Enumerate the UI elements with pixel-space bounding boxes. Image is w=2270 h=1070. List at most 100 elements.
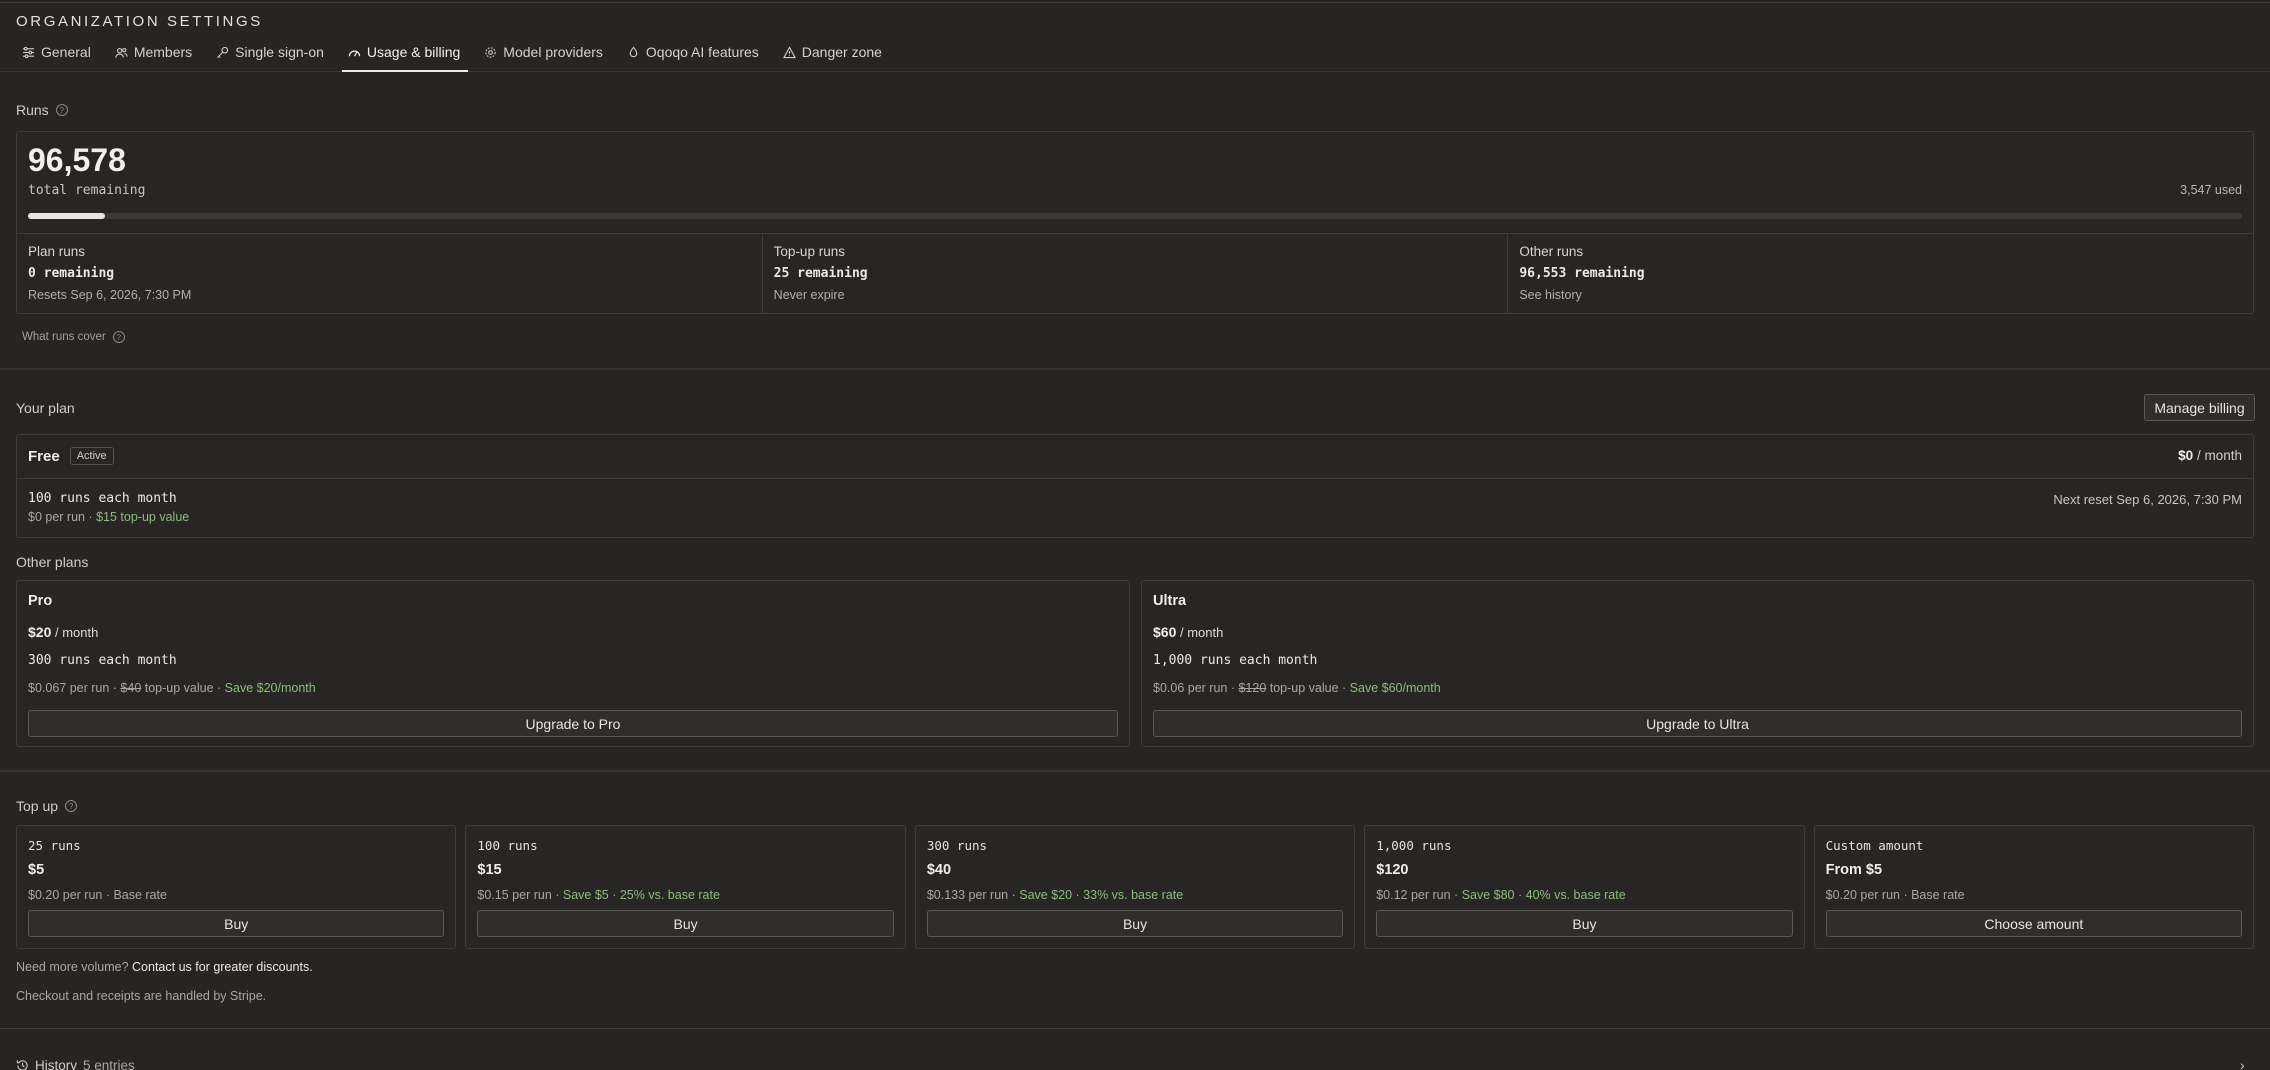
tab-danger-zone[interactable]: Danger zone <box>777 44 890 72</box>
what-runs-cover-link[interactable]: What runs cover ? <box>22 331 125 343</box>
plan-per-run: $0 per run · $15 top-up value <box>28 510 189 524</box>
plan-topup-value: $15 top-up value <box>96 510 190 524</box>
per-run-text: $0.15 per run · <box>477 888 563 902</box>
page-title: ORGANIZATION SETTINGS <box>16 13 263 30</box>
tab-ai-features[interactable]: Oqoqo AI features <box>621 44 767 72</box>
current-plan-card: Free Active $0 / month 100 runs each mon… <box>16 434 2254 538</box>
buy-25-runs-button[interactable]: Buy <box>28 910 445 937</box>
gear-icon <box>485 46 496 58</box>
history-count: 5 entries <box>83 1058 135 1070</box>
topup-per-run: $0.20 per run · Base rate <box>28 888 167 902</box>
other-runs-column: Other runs 96,553 remaining See history <box>1508 234 2253 314</box>
plan-price: $20 / month <box>28 624 98 640</box>
plan-card-divider <box>17 478 2253 479</box>
your-plan-label: Your plan <box>16 400 75 416</box>
topup-label: Top up <box>16 798 59 814</box>
per-run-text: $0.12 per run · <box>1376 888 1462 902</box>
tab-usage-billing[interactable]: Usage & billing <box>341 44 469 72</box>
plan-price-value: $60 <box>1153 624 1177 640</box>
buy-1000-runs-button[interactable]: Buy <box>1376 910 1793 937</box>
volume-note: Need more volume? Contact us for greater… <box>16 960 313 974</box>
manage-billing-button[interactable]: Manage billing <box>2144 394 2255 421</box>
key-icon <box>217 46 229 58</box>
per-run-text: $0.067 per run · <box>28 681 121 695</box>
upgrade-pro-button[interactable]: Upgrade to Pro <box>28 710 1118 737</box>
runs-breakdown: Plan runs 0 remaining Resets Sep 6, 2026… <box>17 234 2253 314</box>
topup-options: 25 runs $5 $0.20 per run · Base rate Buy… <box>16 825 2255 949</box>
topup-price: From $5 <box>1825 862 1883 878</box>
see-history-link[interactable]: See history <box>1519 288 2242 302</box>
plan-card-pro: Pro $20 / month 300 runs each month $0.0… <box>16 580 1130 747</box>
topup-section-label: Top up ? <box>16 798 78 814</box>
tab-general[interactable]: General <box>16 44 99 72</box>
topup-runs-column: Top-up runs 25 remaining Never expire <box>763 234 1509 314</box>
section-divider <box>0 1028 2270 1029</box>
tab-members[interactable]: Members <box>109 44 200 72</box>
plan-runs-line: 1,000 runs each month <box>1153 653 1318 668</box>
history-label: History <box>35 1058 78 1070</box>
plan-price: $0 / month <box>2178 448 2242 463</box>
buy-300-runs-button[interactable]: Buy <box>926 910 1344 937</box>
strike-price: $120 <box>1238 681 1267 695</box>
topup-card: 25 runs $5 $0.20 per run · Base rate Buy <box>16 825 457 949</box>
plan-runs-title: Plan runs <box>28 244 86 259</box>
tab-label: General <box>41 44 91 60</box>
next-reset: Next reset Sep 6, 2026, 7:30 PM <box>2053 492 2242 507</box>
topup-card: 100 runs $15 $0.15 per run · Save $5 · 2… <box>465 825 906 949</box>
savings-text: Save $20 · 33% vs. base rate <box>1019 888 1184 902</box>
per-run-text: $0.06 per run · <box>1153 681 1239 695</box>
topup-title: 25 runs <box>28 838 81 853</box>
tab-label: Danger zone <box>801 44 882 60</box>
topup-title: 300 runs <box>926 838 988 853</box>
tab-single-sign-on[interactable]: Single sign-on <box>210 44 332 72</box>
topup-per-run: $0.20 per run · Base rate <box>1826 888 1965 902</box>
section-divider <box>0 770 2270 772</box>
topup-title: 1,000 runs <box>1376 838 1452 853</box>
tab-model-providers[interactable]: Model providers <box>478 44 611 72</box>
plan-price: $60 / month <box>1153 624 1223 640</box>
plan-name: Ultra <box>1153 593 1187 609</box>
plan-name: Free <box>28 447 60 465</box>
plan-per-run: $0.067 per run · $40 top-up value · Save… <box>28 681 316 695</box>
tab-label: Oqoqo AI features <box>645 44 759 60</box>
upgrade-ultra-button[interactable]: Upgrade to Ultra <box>1153 710 2242 737</box>
volume-text: Need more volume? <box>16 960 133 974</box>
plan-price-unit: / month <box>1179 625 1224 640</box>
tab-label: Model providers <box>503 44 603 60</box>
save-text: Save $60/month <box>1349 681 1441 695</box>
topup-per-run: $0.133 per run · Save $20 · 33% vs. base… <box>927 888 1183 902</box>
runs-card: 96,578 total remaining 3,547 used Plan r… <box>16 131 2254 314</box>
chevron-right-icon[interactable]: › <box>2240 1057 2245 1070</box>
plan-price-unit: / month <box>2196 448 2242 463</box>
runs-section-label: Runs ? <box>16 102 68 118</box>
contact-us-link[interactable]: Contact us for greater discounts. <box>132 960 313 974</box>
plan-price-unit: / month <box>54 625 99 640</box>
topup-text: top-up value · <box>141 681 225 695</box>
runs-label: Runs <box>16 102 49 118</box>
rate-text: Base rate <box>113 888 167 902</box>
per-run-text: $0.20 per run · <box>1825 888 1912 902</box>
help-icon: ? <box>112 331 125 343</box>
savings-text: Save $80 · 40% vs. base rate <box>1461 888 1626 902</box>
buy-100-runs-button[interactable]: Buy <box>477 910 894 937</box>
plan-runs-line: 100 runs each month <box>28 491 177 506</box>
history-row[interactable]: History 5 entries <box>16 1058 135 1070</box>
topup-runs-note: Never expire <box>773 288 845 302</box>
other-plans-label: Other plans <box>16 554 89 570</box>
help-icon[interactable]: ? <box>55 104 68 116</box>
choose-amount-button[interactable]: Choose amount <box>1825 910 2243 937</box>
topup-per-run: $0.15 per run · Save $5 · 25% vs. base r… <box>477 888 720 902</box>
help-icon[interactable]: ? <box>65 800 78 812</box>
plan-runs-column: Plan runs 0 remaining Resets Sep 6, 2026… <box>17 234 763 314</box>
savings-text: Save $5 · 25% vs. base rate <box>562 888 720 902</box>
strike-price: $40 <box>120 681 142 695</box>
stripe-note: Checkout and receipts are handled by Str… <box>16 989 267 1003</box>
other-runs-value: 96,553 remaining <box>1519 266 1645 281</box>
runs-total-caption: total remaining <box>28 183 146 198</box>
topup-title: Custom amount <box>1825 838 1924 853</box>
plan-per-run: $0.06 per run · $120 top-up value · Save… <box>1153 681 1441 695</box>
warning-icon <box>782 45 796 58</box>
history-icon <box>16 1060 28 1070</box>
plan-price-value: $0 <box>2178 448 2194 463</box>
runs-total: 96,578 <box>28 142 126 178</box>
